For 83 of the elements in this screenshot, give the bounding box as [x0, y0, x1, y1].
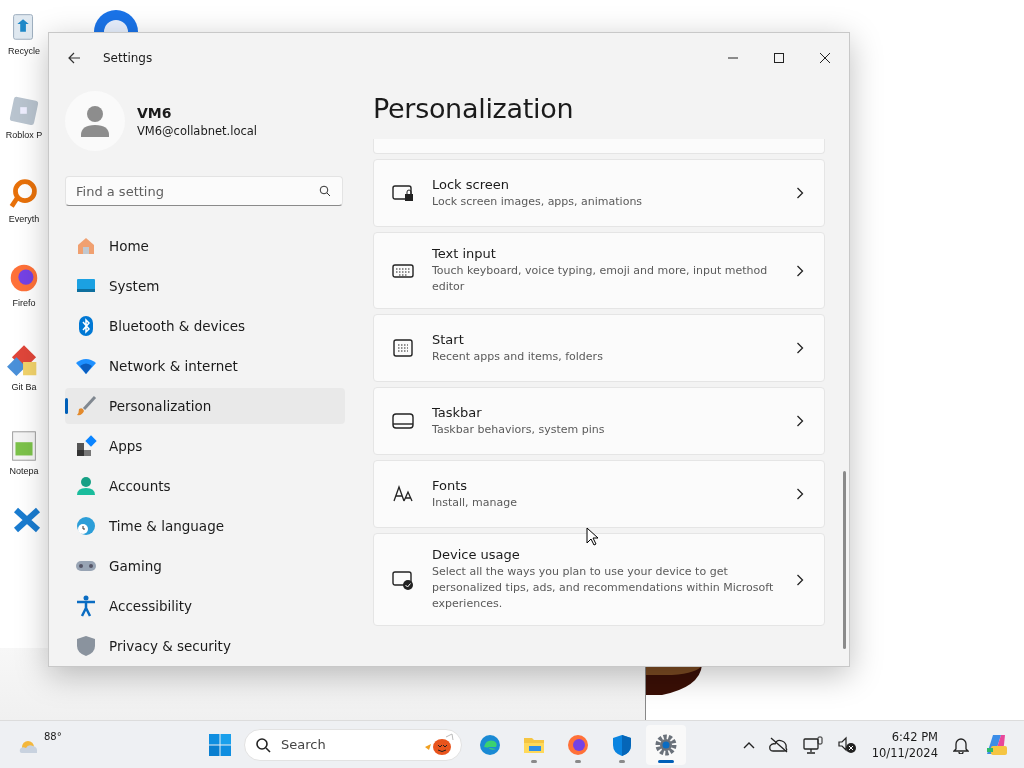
- search-icon: [319, 185, 331, 197]
- card-title: Taskbar: [432, 404, 483, 420]
- chevron-icon: [796, 415, 804, 427]
- card-description: Select all the ways you plan to use your device to get personalized tips, ads, and recommendations within Microsoft experiences.: [432, 564, 775, 612]
- nav-item[interactable]: Home: [65, 228, 345, 264]
- taskbar-search-field[interactable]: Search: [244, 728, 462, 761]
- clock-time[interactable]: 6:42 PM: [891, 728, 938, 745]
- nav-item[interactable]: Accounts: [65, 468, 345, 504]
- maximize-icon[interactable]: [773, 52, 785, 64]
- start-menu-icon: [392, 337, 414, 359]
- gear-icon: [654, 732, 678, 757]
- page-title: Personalization: [373, 93, 575, 126]
- card-description: Touch keyboard, voice typing, emoji and more, input method editor: [432, 263, 769, 295]
- close-icon[interactable]: [819, 52, 831, 64]
- browser-icon: [566, 732, 590, 757]
- lock-screen-icon: [392, 182, 414, 204]
- chevron-icon: [796, 573, 804, 586]
- avatar-icon[interactable]: [65, 91, 125, 151]
- card-description: Lock screen images, apps, animations: [432, 193, 644, 210]
- speaker-muted-icon[interactable]: [836, 735, 857, 754]
- scrollbar[interactable]: [843, 471, 846, 649]
- user-name: VM6: [137, 104, 173, 121]
- back-icon[interactable]: [67, 51, 81, 65]
- network-icon[interactable]: [802, 735, 823, 754]
- settings-card[interactable]: Text input Touch keyboard, voice typing, emoji and more, input method editor: [373, 232, 825, 309]
- edge-icon: [478, 732, 502, 757]
- nav-item[interactable]: Personalization: [65, 388, 345, 424]
- app-shortcut-icon[interactable]: [92, 8, 140, 32]
- nav-item[interactable]: Bluetooth & devices: [65, 308, 345, 344]
- settings-card[interactable]: Fonts Install, manage: [373, 460, 825, 528]
- settings-card[interactable]: Device usage Select all the ways you plan to use your device to get personalized tips, ads, and recommendations within Microsoft experiences.: [373, 533, 825, 626]
- desktop-icon-label[interactable]: Recycle: [8, 46, 40, 56]
- card-title: Lock screen: [432, 176, 510, 192]
- chevron-icon: [796, 187, 804, 199]
- desktop-icon-label[interactable]: Roblox P: [5, 130, 43, 140]
- card-description: Install, manage: [432, 494, 519, 511]
- desktop-icon-label[interactable]: Notepa: [9, 466, 39, 476]
- card-description: Taskbar behaviors, system pins: [432, 421, 606, 438]
- cloud-offline-icon[interactable]: [768, 736, 789, 753]
- nav-item[interactable]: Privacy & security: [65, 628, 345, 664]
- apps-icon: [75, 435, 97, 457]
- windows-start-icon[interactable]: [208, 732, 232, 757]
- paintbrush-icon: [75, 395, 97, 417]
- settings-card[interactable]: Lock screen Lock screen images, apps, animations: [373, 159, 825, 227]
- card-description: Recent apps and items, folders: [432, 348, 604, 365]
- nav-item[interactable]: Gaming: [65, 548, 345, 584]
- clock-date[interactable]: 10/11/2024: [871, 744, 938, 761]
- card-title: Start: [432, 331, 465, 347]
- chevron-icon: [796, 342, 804, 354]
- accessibility-icon: [75, 595, 97, 617]
- rim-drawing: [646, 665, 702, 695]
- taskbar-icon: [392, 410, 414, 432]
- device-check-icon: [392, 568, 414, 591]
- nav-item[interactable]: Accessibility: [65, 588, 345, 624]
- nav-item[interactable]: Network & internet: [65, 348, 345, 384]
- card-title: Text input: [432, 246, 497, 261]
- desktop-icon-label[interactable]: Firefo: [12, 298, 36, 308]
- shield-icon: [610, 732, 634, 757]
- window-title: Settings: [103, 51, 153, 65]
- settings-search-field[interactable]: Find a setting: [65, 176, 343, 206]
- search-icon: [255, 736, 271, 753]
- clock-globe-icon: [75, 515, 97, 537]
- nav-item[interactable]: Apps: [65, 428, 345, 464]
- chevron-icon: [796, 264, 804, 277]
- shield-icon: [75, 635, 97, 657]
- cursor-icon: [586, 527, 598, 546]
- person-icon: [75, 475, 97, 497]
- home-icon: [75, 235, 97, 257]
- card-title: Device usage: [432, 547, 521, 562]
- temperature[interactable]: 88°: [44, 730, 62, 742]
- pumpkin-icon: [424, 732, 454, 757]
- user-email: VM6@collabnet.local: [137, 123, 258, 138]
- chevron-icon: [796, 488, 804, 500]
- taskbar-app-button[interactable]: [646, 724, 686, 765]
- chevron-up-icon[interactable]: [742, 740, 755, 749]
- desktop-icon-label[interactable]: Git Ba: [11, 382, 37, 392]
- settings-card[interactable]: Taskbar Taskbar behaviors, system pins: [373, 387, 825, 455]
- bell-icon[interactable]: [953, 735, 969, 754]
- settings-card[interactable]: Start Recent apps and items, folders: [373, 314, 825, 382]
- nav-item[interactable]: System: [65, 268, 345, 304]
- desktop-icon-label[interactable]: Everyth: [8, 214, 40, 224]
- nav-item[interactable]: Time & language: [65, 508, 345, 544]
- card-title: Fonts: [432, 477, 469, 493]
